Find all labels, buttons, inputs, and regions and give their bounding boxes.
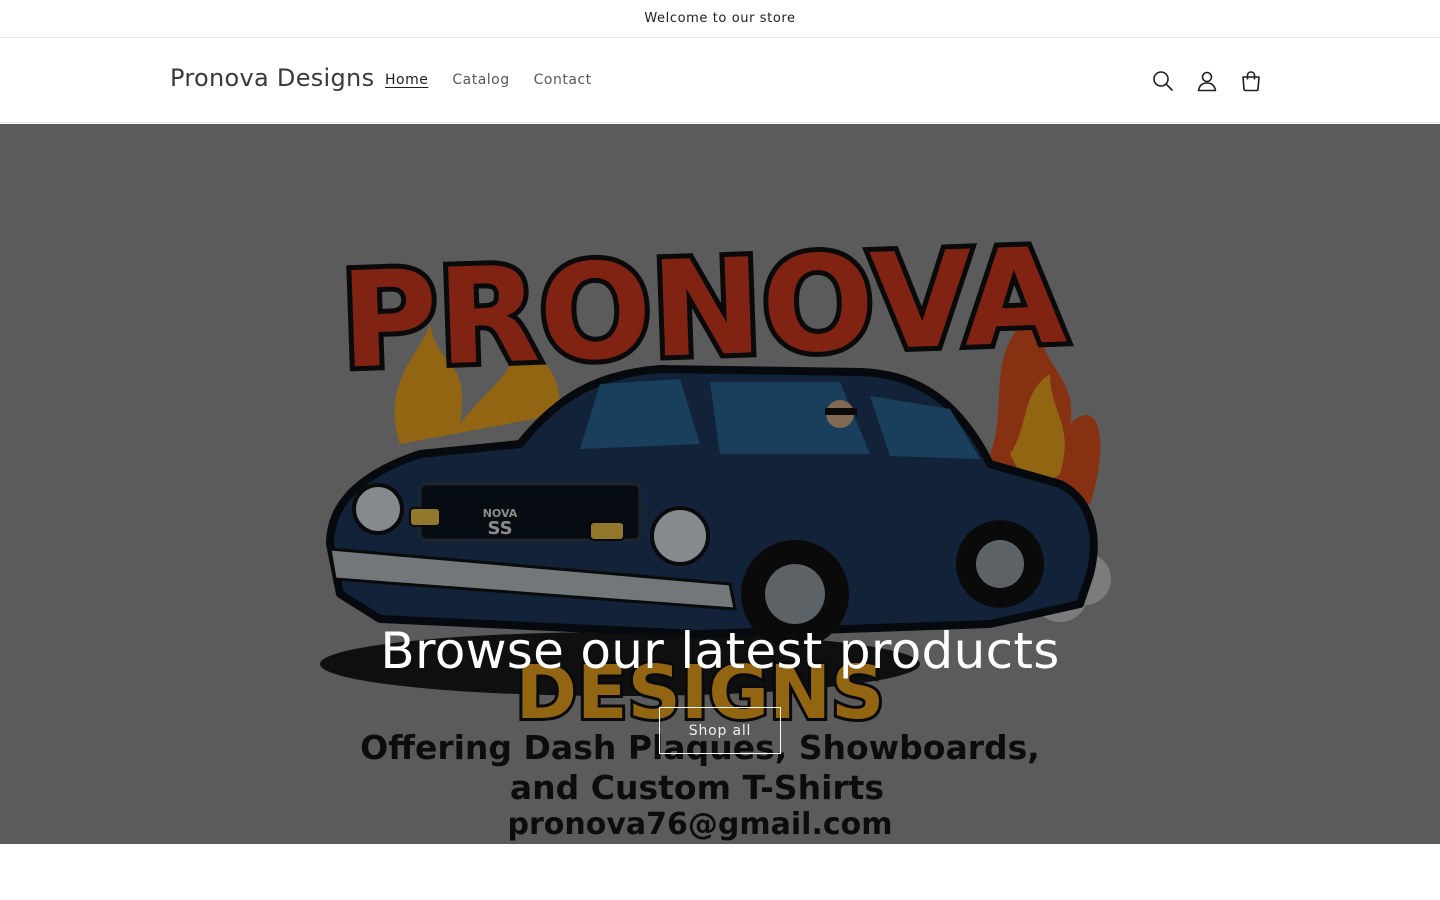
nav-item-home[interactable]: Home [385, 72, 428, 88]
cart-icon [1242, 71, 1260, 92]
account-button[interactable] [1189, 61, 1225, 101]
shop-all-button[interactable]: Shop all [659, 707, 781, 754]
search-icon [1153, 71, 1173, 91]
site-header: Pronova Designs Home Catalog Contact [0, 39, 1440, 123]
brand-logo[interactable]: Pronova Designs [170, 64, 374, 92]
nav-item-contact[interactable]: Contact [534, 72, 592, 88]
announcement-bar: Welcome to our store [0, 0, 1440, 38]
hero-banner: PRONOVA NOVA SS DESIGNS Offering Dash Pl… [0, 124, 1440, 844]
cart-button[interactable] [1233, 61, 1269, 101]
hero-title: Browse our latest products [380, 622, 1060, 680]
nav-item-catalog[interactable]: Catalog [452, 72, 509, 88]
search-button[interactable] [1145, 61, 1181, 101]
main-nav: Home Catalog Contact [385, 72, 592, 88]
announcement-text: Welcome to our store [644, 11, 796, 26]
account-icon [1197, 71, 1217, 92]
header-icons [1145, 61, 1269, 101]
